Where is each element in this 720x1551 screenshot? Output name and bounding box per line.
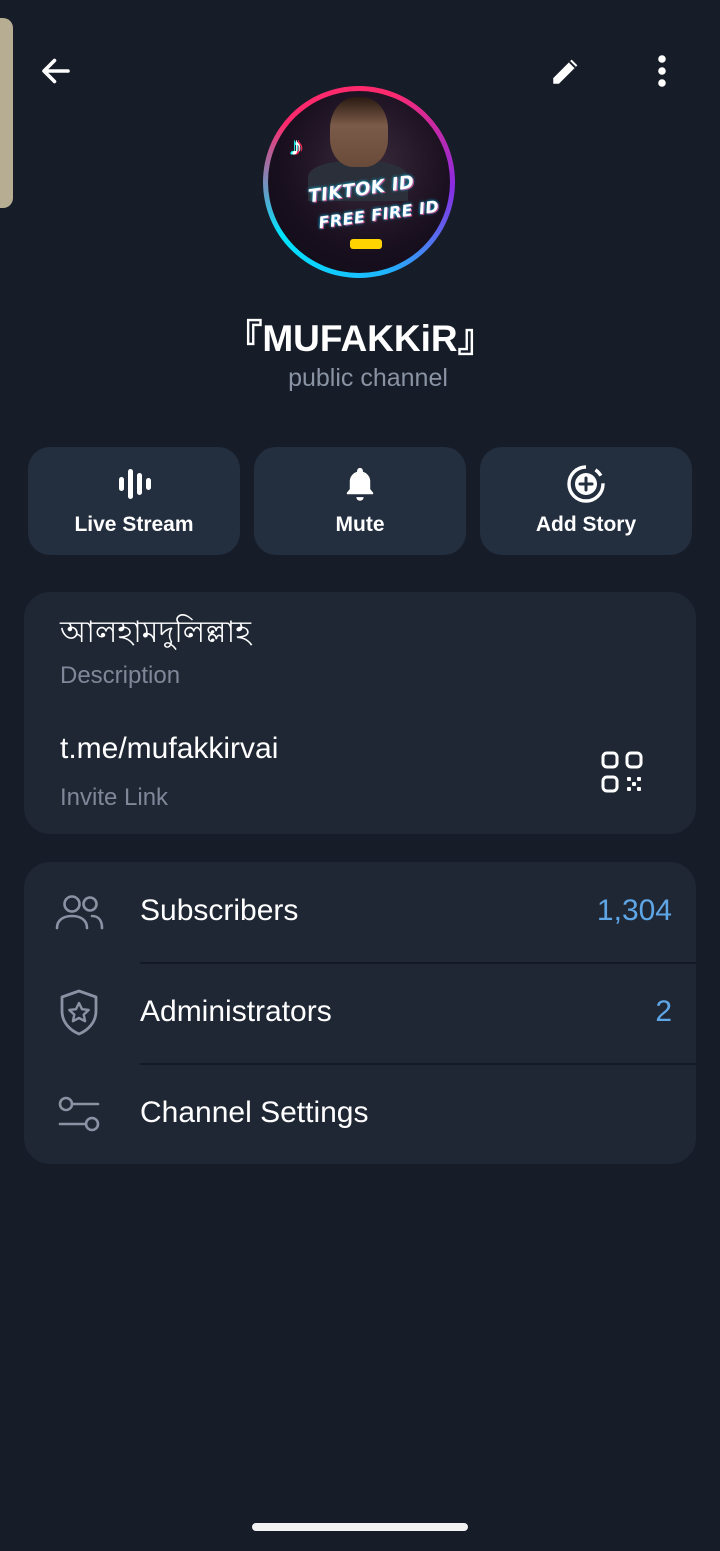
channel-avatar[interactable]: ♪ TIKTOK ID FREE FIRE ID bbox=[263, 86, 455, 278]
avatar-image: ♪ TIKTOK ID FREE FIRE ID bbox=[268, 91, 450, 273]
subscribers-count: 1,304 bbox=[596, 894, 672, 927]
edge-panel-handle[interactable] bbox=[0, 18, 13, 208]
administrators-item[interactable]: Administrators 2 bbox=[24, 963, 696, 1063]
channel-info-card: আলহামদুলিল্লাহ Description t.me/mufakkir… bbox=[24, 592, 696, 834]
live-stream-label: Live Stream bbox=[74, 513, 194, 536]
users-icon bbox=[55, 895, 104, 930]
channel-type: public channel bbox=[288, 364, 448, 392]
subscribers-label: Subscribers bbox=[140, 894, 299, 927]
more-vertical-icon bbox=[658, 55, 666, 87]
add-story-button[interactable]: Add Story bbox=[480, 447, 692, 555]
administrators-count: 2 bbox=[655, 995, 672, 1028]
mute-button[interactable]: Mute bbox=[254, 447, 466, 555]
avatar-badge bbox=[350, 239, 382, 249]
channel-settings-item[interactable]: Channel Settings bbox=[24, 1064, 696, 1164]
pencil-icon bbox=[553, 59, 578, 84]
live-stream-icon bbox=[119, 469, 151, 499]
invite-link-text[interactable]: t.me/mufakkirvai bbox=[60, 732, 278, 766]
live-stream-button[interactable]: Live Stream bbox=[28, 447, 240, 555]
channel-settings-label: Channel Settings bbox=[140, 1096, 369, 1129]
administrators-label: Administrators bbox=[140, 995, 332, 1028]
bell-icon bbox=[346, 467, 374, 501]
qr-code-icon bbox=[601, 751, 643, 793]
invite-link-label: Invite Link bbox=[60, 784, 169, 811]
mute-label: Mute bbox=[335, 513, 385, 536]
description-text[interactable]: আলহামদুলিল্লাহ bbox=[60, 608, 251, 659]
settings-sliders-icon bbox=[58, 1096, 100, 1132]
subscribers-item[interactable]: Subscribers 1,304 bbox=[24, 862, 696, 962]
shield-star-icon bbox=[60, 989, 98, 1036]
edit-button[interactable] bbox=[542, 47, 590, 95]
tiktok-logo-icon: ♪ bbox=[290, 131, 303, 161]
description-label: Description bbox=[60, 662, 181, 689]
qr-code-button[interactable] bbox=[600, 750, 644, 794]
back-button[interactable] bbox=[32, 47, 80, 95]
channel-menu-list: Subscribers 1,304 Administrators 2 Chann… bbox=[24, 862, 696, 1164]
arrow-left-icon bbox=[42, 58, 70, 84]
add-story-icon bbox=[567, 465, 605, 503]
avatar-figure-face bbox=[330, 97, 388, 167]
more-options-button[interactable] bbox=[638, 47, 686, 95]
channel-name: 『MUFAKKiR』 bbox=[225, 318, 495, 359]
add-story-label: Add Story bbox=[535, 513, 637, 536]
home-indicator[interactable] bbox=[252, 1523, 468, 1531]
